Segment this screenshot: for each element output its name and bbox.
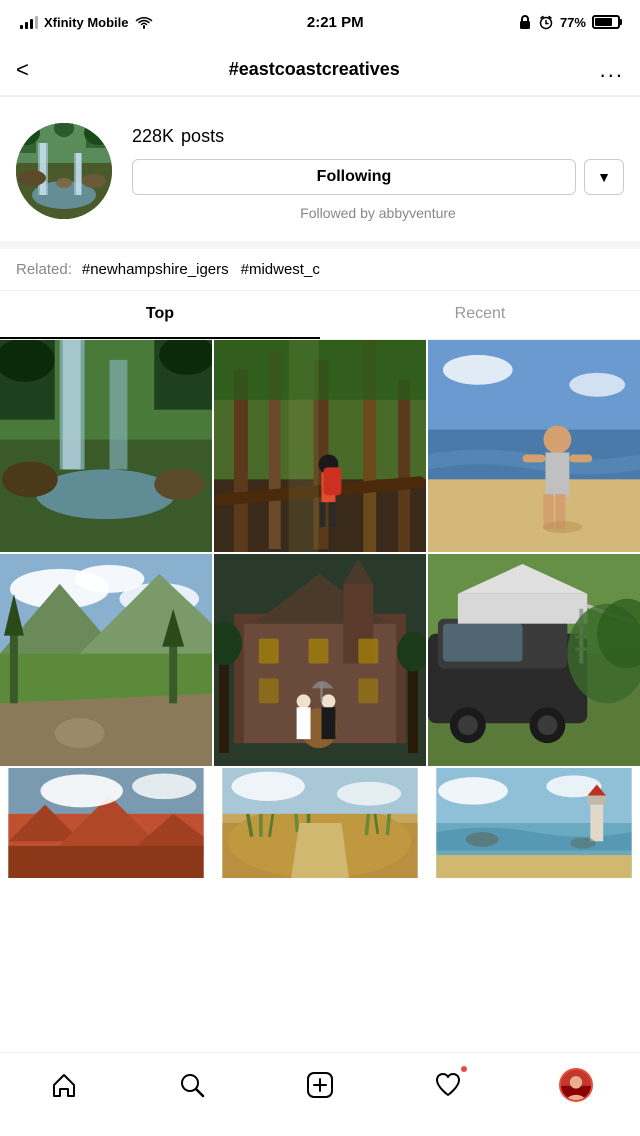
add-nav-item[interactable] <box>295 1060 345 1110</box>
related-tag-1[interactable]: #midwest_c <box>241 261 320 278</box>
home-nav-item[interactable] <box>39 1060 89 1110</box>
tab-top[interactable]: Top <box>0 291 320 339</box>
more-button[interactable]: ... <box>600 57 624 83</box>
profile-info: 228K posts Following ▼ Followed by abbyv… <box>132 117 624 225</box>
grid-item-4[interactable] <box>0 554 212 766</box>
profile-section: 228K posts Following ▼ Followed by abbyv… <box>0 97 640 241</box>
hashtag-avatar <box>16 123 112 219</box>
home-icon <box>50 1071 78 1099</box>
tab-recent[interactable]: Recent <box>320 291 640 339</box>
back-button[interactable]: < <box>16 57 29 83</box>
page-title: #eastcoastcreatives <box>229 59 400 80</box>
notification-dot <box>459 1064 469 1074</box>
search-icon <box>178 1071 206 1099</box>
carrier-text: Xfinity Mobile <box>44 15 129 30</box>
status-right: 77% <box>518 14 620 30</box>
wifi-icon <box>135 15 153 29</box>
grid-item-3[interactable] <box>428 340 640 552</box>
heart-icon <box>434 1071 462 1099</box>
status-time: 2:21 PM <box>307 14 364 31</box>
battery-text: 77% <box>560 15 586 30</box>
grid-item-2[interactable] <box>214 340 426 552</box>
followed-by-text: Followed by abbyventure <box>132 205 624 225</box>
alarm-icon <box>538 14 554 30</box>
profile-nav-item[interactable] <box>551 1060 601 1110</box>
status-bar: Xfinity Mobile 2:21 PM 77% <box>0 0 640 44</box>
nav-header: < #eastcoastcreatives ... <box>0 44 640 96</box>
grid-item-9[interactable] <box>428 768 640 878</box>
grid-item-6[interactable] <box>428 554 640 766</box>
grid-item-1[interactable] <box>0 340 212 552</box>
signal-bars <box>20 16 38 29</box>
add-icon <box>306 1071 334 1099</box>
status-left: Xfinity Mobile <box>20 15 153 30</box>
grid-item-7[interactable] <box>0 768 212 878</box>
heart-nav-item[interactable] <box>423 1060 473 1110</box>
grid-item-8[interactable] <box>214 768 426 878</box>
lock-icon <box>518 14 532 30</box>
photo-grid <box>0 340 640 878</box>
tabs-row: Top Recent <box>0 291 640 340</box>
dropdown-button[interactable]: ▼ <box>584 159 624 195</box>
grid-item-5[interactable] <box>214 554 426 766</box>
related-tag-0[interactable]: #newhampshire_igers <box>82 261 229 278</box>
battery-icon <box>592 15 620 29</box>
related-tags: #newhampshire_igers #midwest_c <box>82 261 320 278</box>
bottom-nav <box>0 1052 640 1136</box>
section-divider <box>0 241 640 249</box>
profile-avatar-icon <box>559 1068 593 1102</box>
search-nav-item[interactable] <box>167 1060 217 1110</box>
follow-row: Following ▼ <box>132 159 624 195</box>
related-section: Related: #newhampshire_igers #midwest_c <box>0 249 640 291</box>
related-label: Related: <box>16 261 72 278</box>
posts-count: 228K posts <box>132 117 624 149</box>
following-button[interactable]: Following <box>132 159 576 195</box>
